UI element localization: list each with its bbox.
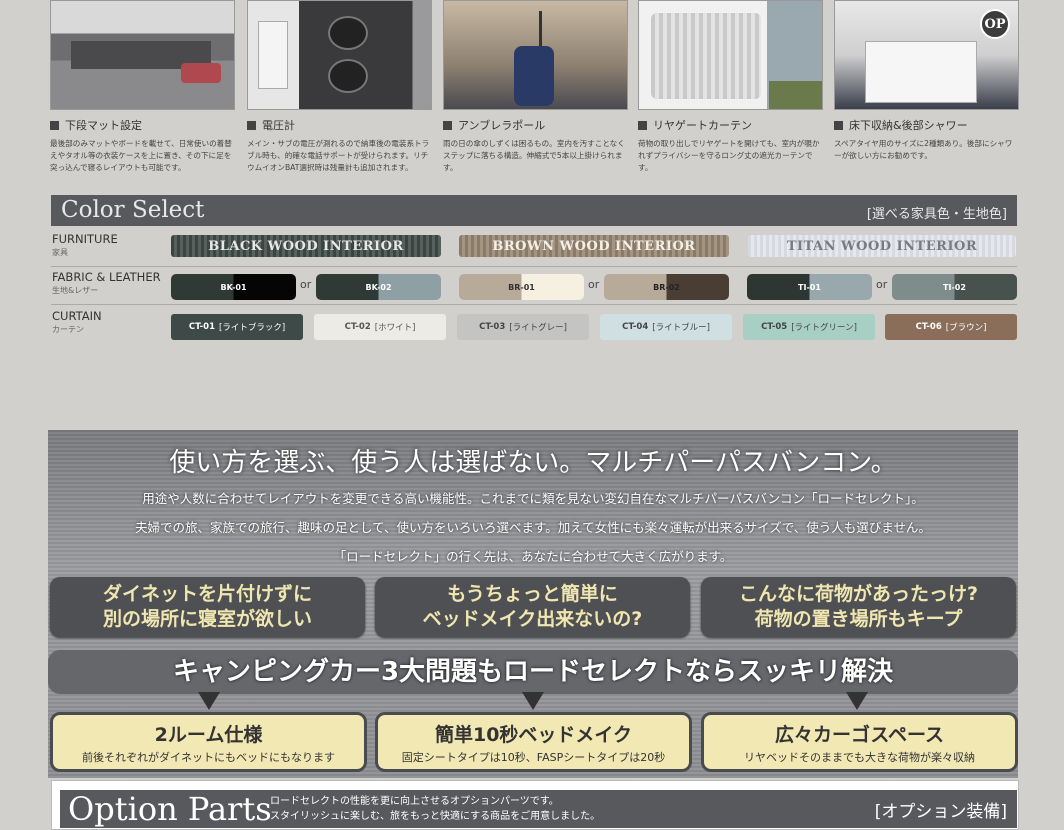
question-line: 別の場所に寝室が欲しい: [102, 608, 312, 630]
feature-umbrella: アンブレラポール 雨の日の傘のしずくは困るもの。室内を汚すことなくステップに落ち…: [443, 0, 628, 174]
curtain-name: [ライトブラック]: [219, 323, 286, 333]
curtain-ct-02[interactable]: CT-02 [ホワイト]: [314, 314, 446, 340]
swatch-ti-01[interactable]: TI-01: [747, 274, 872, 300]
feature-curtain: リヤゲートカーテン 荷物の取り出しでリヤゲートを開けても、室内が覗かれずプライバ…: [638, 0, 823, 174]
curtain-row: CURTAIN カーテン CT-01 [ライトブラック] CT-02 [ホワイト] …: [51, 305, 1017, 343]
hero-line-2: 夫婦での旅、家族での旅行、趣味の足として、使い方をいろいろ選べます。加えて女性に…: [135, 520, 931, 535]
hero-line-1: 用途や人数に合わせてレイアウトを変更できる高い機能性。これまでに類を見ない変幻自…: [142, 491, 924, 506]
feature-storage: OP 床下収納&後部シャワー スペアタイヤ用のサイズに2種類あり。後部にシャワー…: [834, 0, 1019, 162]
fabric-sublabel: 生地&レザー: [52, 286, 99, 295]
option-desc-line: スタイリッシュに楽しむ、旅をもっと快適にする商品をご用意しました。: [270, 811, 601, 822]
photo-mat: [50, 0, 235, 110]
feature-desc: 荷物の取り出しでリヤゲートを開けても、室内が覗かれずプライバシーを守るロング丈の…: [638, 139, 820, 172]
question-box: もうちょっと簡単に ベッドメイク出来ないの?: [375, 577, 690, 637]
curtain-code: CT-06: [915, 322, 942, 332]
or-text: or: [876, 278, 888, 291]
feature-desc: 雨の日の傘のしずくは困るもの。室内を汚すことなくステップに落ちる構造。伸縮式で5…: [443, 139, 625, 172]
down-arrow-icon: [522, 692, 544, 710]
curtain-ct-03[interactable]: CT-03 [ライトグレー]: [457, 314, 589, 340]
answer-desc: リヤベッドそのままでも大きな荷物が楽々収納: [744, 751, 975, 764]
option-parts-header: Option Parts ロードセレクトの性能を更に向上させるオプションパーツで…: [60, 790, 1017, 828]
color-select-subtitle: [選べる家具色・生地色]: [866, 207, 1007, 222]
question-box: ダイネットを片付けずに 別の場所に寝室が欲しい: [50, 577, 365, 637]
question-line: ベッドメイク出来ないの?: [422, 608, 643, 630]
feature-title: 床下収納&後部シャワー: [849, 119, 968, 132]
furniture-label: FURNITURE: [52, 232, 118, 246]
solution-banner: キャンピングカー3大問題もロードセレクトならスッキリ解決: [48, 650, 1018, 694]
question-box: こんなに荷物があったっけ? 荷物の置き場所もキープ: [701, 577, 1016, 637]
curtain-code: CT-05: [761, 322, 788, 332]
down-arrow-icon: [198, 692, 220, 710]
feature-voltmeter: 電圧計 メイン・サブの電圧が測れるので納車後の電装系トラブル時も、的確な電話サポ…: [247, 0, 432, 174]
curtain-name: [ライトブルー]: [652, 323, 710, 333]
or-text: or: [588, 278, 600, 291]
curtain-ct-06[interactable]: CT-06 [ブラウン]: [885, 314, 1017, 340]
hero-headline: 使い方を選ぶ、使う人は選ばない。マルチパーパスバンコン。: [169, 448, 897, 478]
swatch-bk-01[interactable]: BK-01: [171, 274, 296, 300]
curtain-ct-01[interactable]: CT-01 [ライトブラック]: [171, 314, 303, 340]
hero-line-3: 「ロードセレクト」の行く先は、あなたに合わせて大きく広がります。: [333, 549, 733, 564]
furniture-row: FURNITURE 家具 BLACK WOOD INTERIOR BROWN W…: [51, 228, 1017, 267]
option-subtitle: [オプション装備]: [874, 802, 1007, 822]
curtain-ct-04[interactable]: CT-04 [ライトブルー]: [600, 314, 732, 340]
curtain-label: CURTAIN: [52, 309, 102, 323]
op-badge: OP: [980, 9, 1010, 39]
question-line: もうちょっと簡単に: [447, 583, 618, 605]
question-line: 荷物の置き場所もキープ: [754, 608, 963, 630]
answer-desc: 前後それぞれがダイネットにもベッドにもなります: [82, 751, 335, 764]
furniture-sublabel: 家具: [52, 248, 68, 257]
curtain-code: CT-03: [479, 322, 506, 332]
swatch-br-02[interactable]: BR-02: [604, 274, 729, 300]
curtain-code: CT-02: [344, 322, 371, 332]
curtain-name: [ライトグリーン]: [791, 323, 857, 333]
answer-title: 広々カーゴスペース: [774, 724, 945, 746]
swatch-ti-02[interactable]: TI-02: [892, 274, 1017, 300]
photo-storage: OP: [834, 0, 1019, 110]
fabric-label: FABRIC & LEATHER: [52, 270, 161, 284]
wood-black[interactable]: BLACK WOOD INTERIOR: [171, 235, 441, 257]
feature-desc: 最後部のみマットやボードを載せて、日常使いの着替えやタオル等の衣装ケースを上に置…: [50, 139, 232, 172]
curtain-code: CT-01: [188, 322, 215, 332]
color-select-title: Color Select: [61, 197, 205, 223]
option-desc-line: ロードセレクトの性能を更に向上させるオプションパーツです。: [270, 796, 559, 807]
option-desc: ロードセレクトの性能を更に向上させるオプションパーツです。 スタイリッシュに楽し…: [270, 794, 600, 824]
wood-brown[interactable]: BROWN WOOD INTERIOR: [459, 235, 729, 257]
hero-section: 使い方を選ぶ、使う人は選ばない。マルチパーパスバンコン。 用途や人数に合わせてレ…: [48, 430, 1018, 778]
or-text: or: [300, 278, 312, 291]
feature-title: リヤゲートカーテン: [653, 119, 752, 132]
curtain-name: [ライトグレー]: [509, 323, 567, 333]
option-title: Option Parts: [68, 790, 272, 828]
question-line: ダイネットを片付けずに: [102, 583, 312, 605]
curtain-name: [ブラウン]: [945, 323, 987, 333]
answer-desc: 固定シートタイプは10秒、FASPシートタイプは20秒: [401, 751, 666, 764]
wood-titan[interactable]: TITAN WOOD INTERIOR: [748, 235, 1016, 257]
feature-desc: メイン・サブの電圧が測れるので納車後の電装系トラブル時も、的確な電話サポートが受…: [247, 139, 430, 172]
answer-box: 簡単10秒ベッドメイク 固定シートタイプは10秒、FASPシートタイプは20秒: [375, 712, 692, 772]
swatch-bk-02[interactable]: BK-02: [316, 274, 441, 300]
photo-voltmeter: [247, 0, 432, 110]
fabric-row: FABRIC & LEATHER 生地&レザー BK-01 or BK-02 B…: [51, 266, 1017, 305]
color-select-header: Color Select [選べる家具色・生地色]: [51, 195, 1017, 226]
answer-title: 2ルーム仕様: [154, 724, 263, 746]
feature-desc: スペアタイヤ用のサイズに2種類あり。後部にシャワーが欲しい方にお勧めです。: [834, 139, 1013, 160]
photo-curtain: [638, 0, 823, 110]
curtain-code: CT-04: [622, 322, 649, 332]
curtain-sublabel: カーテン: [52, 325, 84, 334]
feature-mat: 下段マット設定 最後部のみマットやボードを載せて、日常使いの着替えやタオル等の衣…: [50, 0, 235, 174]
answer-box: 2ルーム仕様 前後それぞれがダイネットにもベッドにもなります: [50, 712, 367, 772]
question-line: こんなに荷物があったっけ?: [738, 583, 979, 605]
down-arrow-icon: [846, 692, 868, 710]
feature-title: 電圧計: [262, 119, 295, 132]
answer-title: 簡単10秒ベッドメイク: [434, 724, 633, 746]
feature-row: 下段マット設定 最後部のみマットやボードを載せて、日常使いの着替えやタオル等の衣…: [50, 0, 1020, 190]
answer-box: 広々カーゴスペース リヤベッドそのままでも大きな荷物が楽々収納: [701, 712, 1018, 772]
feature-title: 下段マット設定: [65, 119, 142, 132]
feature-title: アンブレラポール: [458, 119, 546, 132]
photo-umbrella: [443, 0, 628, 110]
curtain-ct-05[interactable]: CT-05 [ライトグリーン]: [743, 314, 875, 340]
swatch-br-01[interactable]: BR-01: [459, 274, 584, 300]
curtain-name: [ホワイト]: [374, 323, 416, 333]
